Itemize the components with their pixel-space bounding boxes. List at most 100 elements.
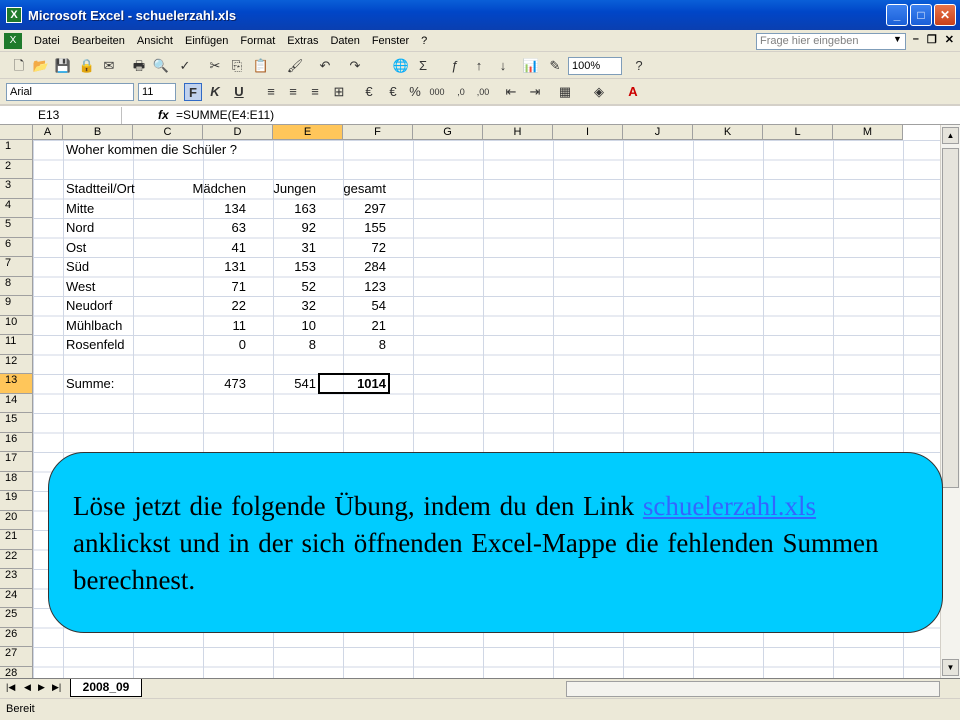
row-header-9[interactable]: 9 xyxy=(0,296,33,316)
row-header-8[interactable]: 8 xyxy=(0,276,33,296)
menu-item-extras[interactable]: Extras xyxy=(281,35,324,47)
row-header-2[interactable]: 2 xyxy=(0,159,33,179)
doc-close-icon[interactable]: ✕ xyxy=(945,33,954,46)
spellcheck-icon[interactable]: ✓ xyxy=(176,57,194,75)
table-cell-value[interactable]: 155 xyxy=(318,218,386,237)
table-row-label[interactable]: Neudorf xyxy=(66,296,112,315)
merge-center-icon[interactable]: ⊞ xyxy=(330,83,348,101)
row-header-10[interactable]: 10 xyxy=(0,315,33,335)
table-row-label[interactable]: West xyxy=(66,277,95,296)
mail-icon[interactable]: ✉ xyxy=(100,57,118,75)
underline-button[interactable]: U xyxy=(230,83,248,101)
increase-indent-icon[interactable]: ⇥ xyxy=(526,83,544,101)
formula-input[interactable]: =SUMME(E4:E11) xyxy=(176,108,274,122)
help-icon[interactable]: ? xyxy=(630,57,648,75)
bold-button[interactable]: F xyxy=(184,83,202,101)
table-cell-value[interactable]: 123 xyxy=(318,277,386,296)
row-header-25[interactable]: 25 xyxy=(0,608,33,628)
chevron-down-icon[interactable]: ▼ xyxy=(893,34,902,44)
column-header-k[interactable]: K xyxy=(693,125,763,140)
function-icon[interactable]: ƒ xyxy=(446,57,464,75)
table-row-label[interactable]: Süd xyxy=(66,257,89,276)
scroll-down-icon[interactable]: ▼ xyxy=(942,659,959,676)
row-header-26[interactable]: 26 xyxy=(0,627,33,647)
scroll-up-icon[interactable]: ▲ xyxy=(942,127,959,144)
name-box[interactable]: E13 xyxy=(2,107,122,124)
column-header-d[interactable]: D xyxy=(203,125,273,140)
column-header-b[interactable]: B xyxy=(63,125,133,140)
column-header-l[interactable]: L xyxy=(763,125,833,140)
row-header-1[interactable]: 1 xyxy=(0,140,33,160)
table-cell-value[interactable]: 72 xyxy=(318,238,386,257)
column-header-a[interactable]: A xyxy=(33,125,63,140)
header-jungen[interactable]: Jungen xyxy=(248,179,316,198)
row-header-6[interactable]: 6 xyxy=(0,237,33,257)
table-row-label[interactable]: Rosenfeld xyxy=(66,335,125,354)
table-cell-value[interactable]: 284 xyxy=(318,257,386,276)
column-header-e[interactable]: E xyxy=(273,125,343,140)
redo-icon[interactable]: ↷ xyxy=(346,57,364,75)
cut-icon[interactable]: ✂ xyxy=(206,57,224,75)
align-center-icon[interactable]: ≡ xyxy=(284,83,302,101)
new-icon[interactable]: 🗋 xyxy=(10,57,28,75)
row-header-23[interactable]: 23 xyxy=(0,569,33,589)
row-header-7[interactable]: 7 xyxy=(0,257,33,277)
table-cell-value[interactable]: 11 xyxy=(178,316,247,335)
help-search-input[interactable]: Frage hier eingeben xyxy=(756,33,906,50)
column-header-m[interactable]: M xyxy=(833,125,903,140)
column-header-c[interactable]: C xyxy=(133,125,203,140)
decrease-indent-icon[interactable]: ⇤ xyxy=(502,83,520,101)
vertical-scrollbar[interactable]: ▲ ▼ xyxy=(940,125,960,678)
table-cell-value[interactable]: 0 xyxy=(178,335,246,354)
zoom-select[interactable]: 100% xyxy=(568,57,622,75)
prev-sheet-icon[interactable]: ◀ xyxy=(24,682,31,693)
row-header-19[interactable]: 19 xyxy=(0,491,33,511)
menu-item-einfuegen[interactable]: Einfügen xyxy=(179,35,234,47)
print-preview-icon[interactable]: 🔍 xyxy=(152,57,170,75)
table-cell-value[interactable]: 8 xyxy=(248,335,316,354)
copy-icon[interactable]: ⎘ xyxy=(228,57,246,75)
next-sheet-icon[interactable]: ▶ xyxy=(38,682,45,693)
function-insert-icon[interactable]: fx xyxy=(158,108,169,122)
decrease-decimal-icon[interactable]: ,00 xyxy=(474,83,492,101)
maximize-icon[interactable]: □ xyxy=(910,4,932,26)
font-name-select[interactable]: Arial xyxy=(6,83,134,101)
row-header-27[interactable]: 27 xyxy=(0,647,33,667)
column-header-i[interactable]: I xyxy=(553,125,623,140)
menu-item-help[interactable]: ? xyxy=(415,35,433,47)
print-icon[interactable]: 🖶 xyxy=(130,57,148,75)
euro-icon[interactable]: € xyxy=(384,83,402,101)
thousands-icon[interactable]: 000 xyxy=(428,83,446,101)
row-header-14[interactable]: 14 xyxy=(0,393,33,413)
column-header-j[interactable]: J xyxy=(623,125,693,140)
menu-item-fenster[interactable]: Fenster xyxy=(366,35,415,47)
hyperlink-icon[interactable]: 🌐 xyxy=(392,57,410,75)
save-icon[interactable]: 💾 xyxy=(54,57,72,75)
doc-restore-icon[interactable]: ❐ xyxy=(927,33,937,46)
table-row-label[interactable]: Nord xyxy=(66,218,94,237)
row-header-28[interactable]: 28 xyxy=(0,666,33,678)
table-cell-value[interactable]: 134 xyxy=(178,199,246,218)
table-cell-value[interactable]: 92 xyxy=(248,218,316,237)
row-header-20[interactable]: 20 xyxy=(0,510,33,530)
row-header-18[interactable]: 18 xyxy=(0,471,33,491)
align-right-icon[interactable]: ≡ xyxy=(306,83,324,101)
row-header-15[interactable]: 15 xyxy=(0,413,33,433)
column-header-g[interactable]: G xyxy=(413,125,483,140)
increase-decimal-icon[interactable]: ,0 xyxy=(452,83,470,101)
percent-icon[interactable]: % xyxy=(406,83,424,101)
autosum-icon[interactable]: Σ xyxy=(414,57,432,75)
currency-icon[interactable]: € xyxy=(360,83,378,101)
open-icon[interactable]: 📂 xyxy=(32,57,50,75)
header-gesamt[interactable]: gesamt xyxy=(318,179,386,198)
table-cell-value[interactable]: 22 xyxy=(178,296,246,315)
table-row-label[interactable]: Mühlbach xyxy=(66,316,122,335)
table-cell-value[interactable]: 297 xyxy=(318,199,386,218)
table-cell-value[interactable]: 163 xyxy=(248,199,316,218)
table-cell-value[interactable]: 10 xyxy=(248,316,316,335)
row-header-16[interactable]: 16 xyxy=(0,432,33,452)
first-sheet-icon[interactable]: |◀ xyxy=(6,682,15,693)
row-header-3[interactable]: 3 xyxy=(0,179,33,199)
row-header-17[interactable]: 17 xyxy=(0,452,33,472)
header-maedchen[interactable]: Mädchen xyxy=(178,179,246,198)
